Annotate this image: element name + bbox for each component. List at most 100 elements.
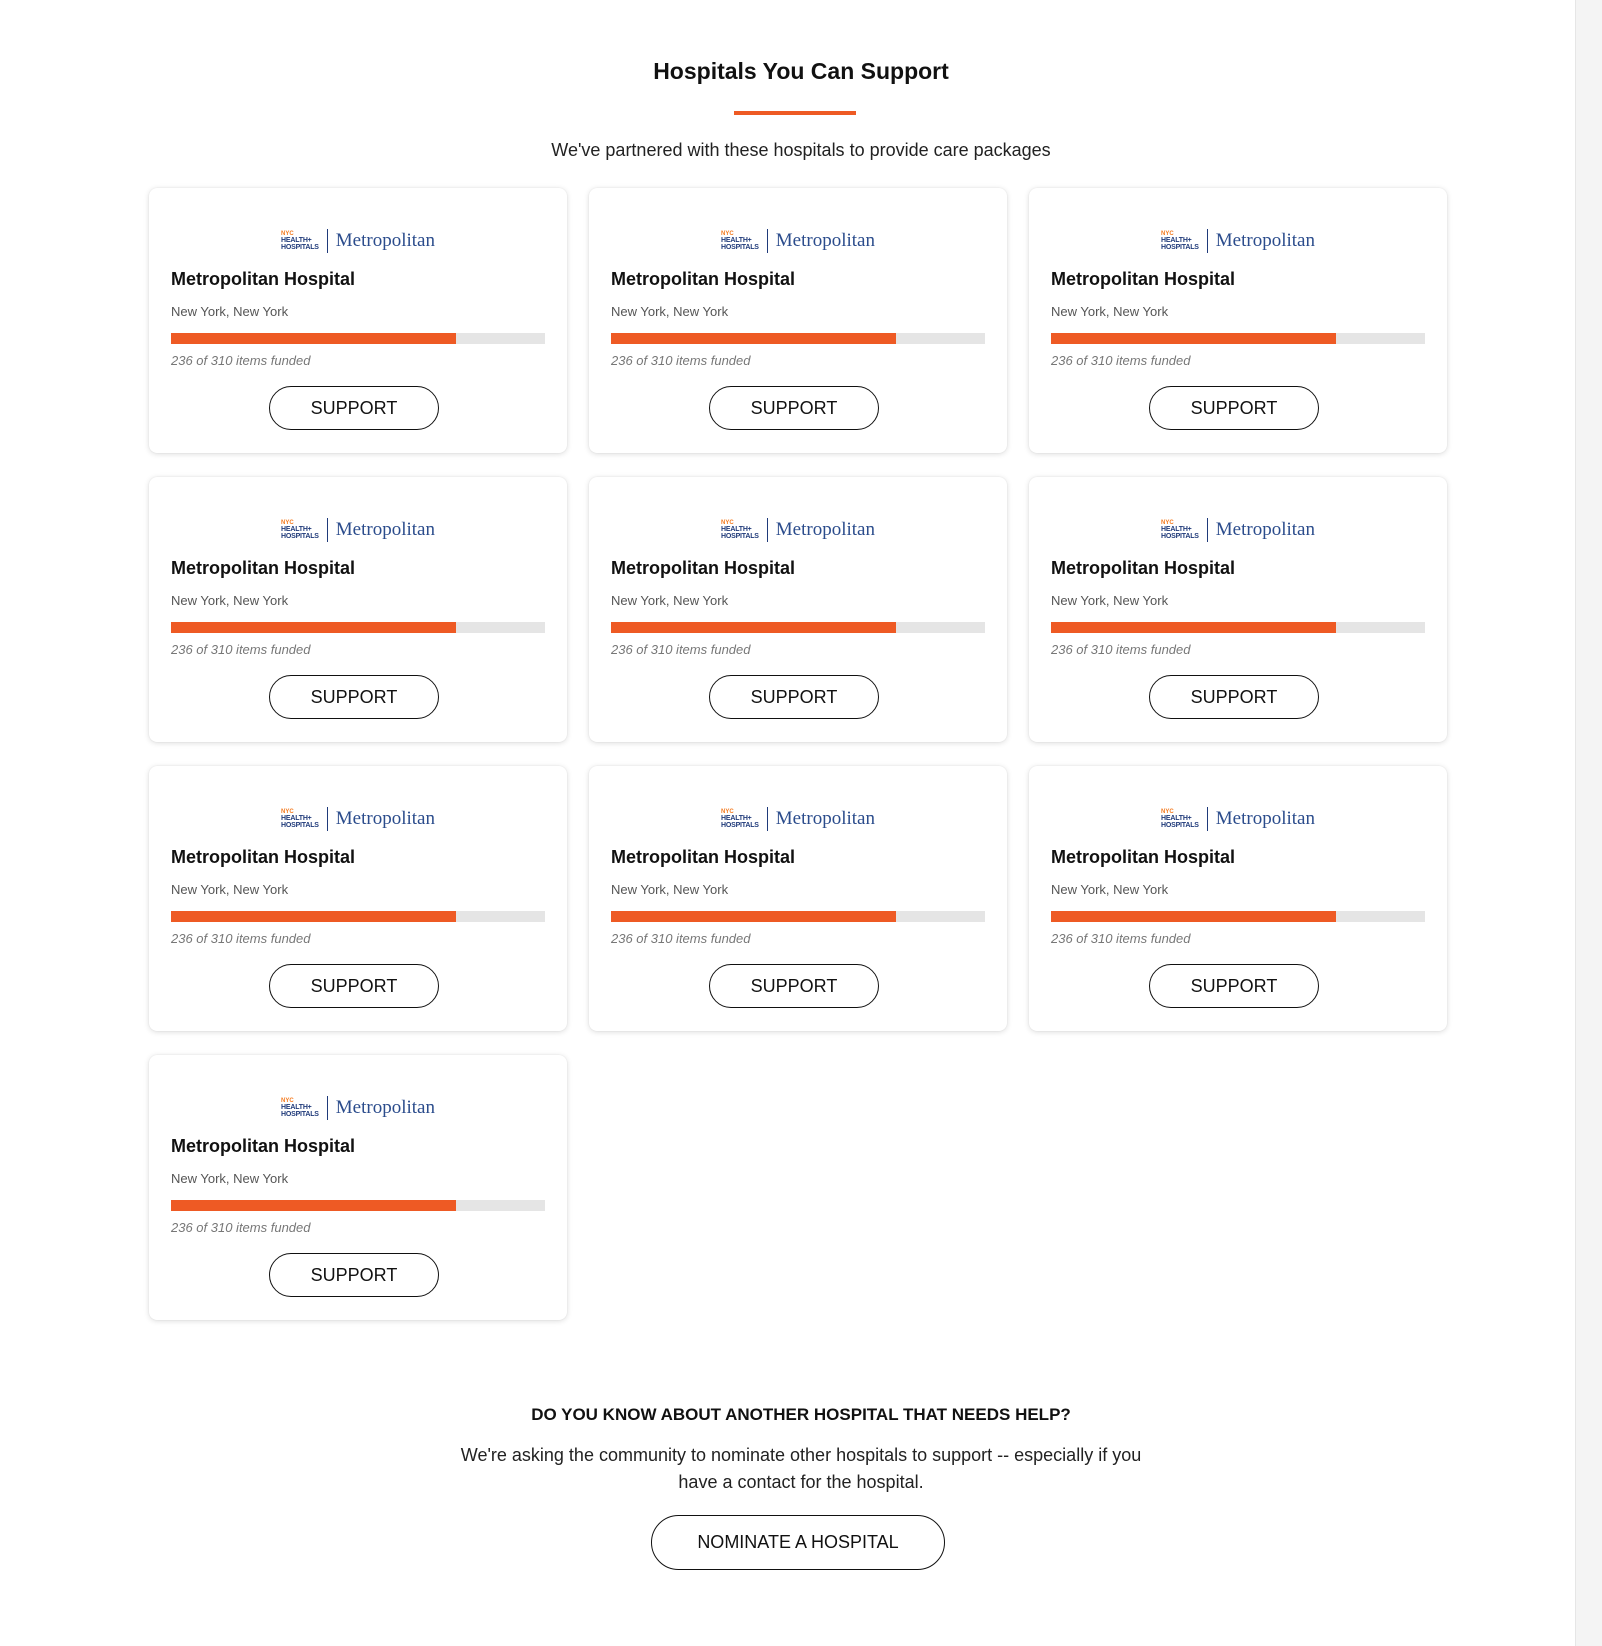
nyc-health-hospitals-logo-mark: NYC HEALTH+ HOSPITALS xyxy=(1161,809,1199,829)
logo-wordmark: Metropolitan xyxy=(335,808,435,829)
logo-divider xyxy=(1206,807,1208,831)
hospital-location: New York, New York xyxy=(611,593,729,608)
hospital-name: Metropolitan Hospital xyxy=(1051,847,1235,867)
logo-health-text: HEALTH+ xyxy=(281,1104,312,1111)
support-button[interactable]: SUPPORT xyxy=(1149,386,1319,430)
scrollbar[interactable] xyxy=(1575,0,1602,1646)
logo-divider xyxy=(766,807,768,831)
support-button[interactable]: SUPPORT xyxy=(1149,964,1319,1008)
hospital-location: New York, New York xyxy=(171,1171,289,1186)
hospital-name: Metropolitan Hospital xyxy=(611,558,795,578)
hospital-name: Metropolitan Hospital xyxy=(171,269,355,289)
hospital-logo: NYC HEALTH+ HOSPITALS Metropolitan xyxy=(149,1095,567,1121)
logo-health-text: HEALTH+ xyxy=(281,526,312,533)
support-button[interactable]: SUPPORT xyxy=(269,386,439,430)
hospital-card: NYC HEALTH+ HOSPITALS Metropolitan Metro… xyxy=(1029,766,1447,1031)
funding-status-text: 236 of 310 items funded xyxy=(171,642,311,657)
support-button[interactable]: SUPPORT xyxy=(1149,675,1319,719)
logo-wordmark: Metropolitan xyxy=(1215,519,1315,540)
funding-progress-fill xyxy=(171,622,456,633)
hospital-grid: NYC HEALTH+ HOSPITALS Metropolitan Metro… xyxy=(149,188,1447,1320)
hospital-name: Metropolitan Hospital xyxy=(171,847,355,867)
hospital-name: Metropolitan Hospital xyxy=(171,1136,355,1156)
hospital-card: NYC HEALTH+ HOSPITALS Metropolitan Metro… xyxy=(149,188,567,453)
funding-status-text: 236 of 310 items funded xyxy=(611,642,751,657)
logo-health-text: HEALTH+ xyxy=(1161,815,1192,822)
hospital-card: NYC HEALTH+ HOSPITALS Metropolitan Metro… xyxy=(1029,477,1447,742)
logo-health-text: HEALTH+ xyxy=(281,237,312,244)
hospital-logo: NYC HEALTH+ HOSPITALS Metropolitan xyxy=(149,806,567,832)
hospital-logo: NYC HEALTH+ HOSPITALS Metropolitan xyxy=(589,228,1007,254)
nominate-hospital-button[interactable]: NOMINATE A HOSPITAL xyxy=(651,1515,945,1570)
hospital-location: New York, New York xyxy=(1051,882,1169,897)
funding-progress-bar xyxy=(1051,911,1425,922)
support-button[interactable]: SUPPORT xyxy=(269,964,439,1008)
logo-hospitals-text: HOSPITALS xyxy=(281,244,319,251)
hospital-location: New York, New York xyxy=(1051,304,1169,319)
nyc-health-hospitals-logo-mark: NYC HEALTH+ HOSPITALS xyxy=(1161,520,1199,540)
hospital-name: Metropolitan Hospital xyxy=(1051,269,1235,289)
hospital-logo: NYC HEALTH+ HOSPITALS Metropolitan xyxy=(1029,517,1447,543)
support-button[interactable]: SUPPORT xyxy=(709,386,879,430)
funding-progress-bar xyxy=(611,911,985,922)
logo-wordmark: Metropolitan xyxy=(775,519,875,540)
logo-hospitals-text: HOSPITALS xyxy=(281,822,319,829)
support-button[interactable]: SUPPORT xyxy=(709,964,879,1008)
hospital-location: New York, New York xyxy=(611,882,729,897)
logo-hospitals-text: HOSPITALS xyxy=(721,822,759,829)
logo-health-text: HEALTH+ xyxy=(1161,237,1192,244)
logo-health-text: HEALTH+ xyxy=(721,237,752,244)
funding-progress-bar xyxy=(171,333,545,344)
logo-hospitals-text: HOSPITALS xyxy=(721,244,759,251)
funding-status-text: 236 of 310 items funded xyxy=(1051,642,1191,657)
logo-wordmark: Metropolitan xyxy=(1215,230,1315,251)
funding-progress-fill xyxy=(171,1200,456,1211)
hospital-name: Metropolitan Hospital xyxy=(1051,558,1235,578)
nyc-health-hospitals-logo-mark: NYC HEALTH+ HOSPITALS xyxy=(281,809,319,829)
funding-progress-fill xyxy=(171,333,456,344)
hospital-card: NYC HEALTH+ HOSPITALS Metropolitan Metro… xyxy=(589,766,1007,1031)
funding-progress-bar xyxy=(1051,622,1425,633)
logo-wordmark: Metropolitan xyxy=(335,1097,435,1118)
funding-status-text: 236 of 310 items funded xyxy=(611,353,751,368)
support-button[interactable]: SUPPORT xyxy=(269,1253,439,1297)
funding-progress-fill xyxy=(171,911,456,922)
logo-hospitals-text: HOSPITALS xyxy=(281,533,319,540)
title-underline xyxy=(734,111,856,115)
hospital-card: NYC HEALTH+ HOSPITALS Metropolitan Metro… xyxy=(149,477,567,742)
funding-progress-bar xyxy=(611,622,985,633)
hospital-logo: NYC HEALTH+ HOSPITALS Metropolitan xyxy=(589,517,1007,543)
funding-status-text: 236 of 310 items funded xyxy=(1051,353,1191,368)
page-subtitle: We've partnered with these hospitals to … xyxy=(551,140,1051,160)
hospital-card: NYC HEALTH+ HOSPITALS Metropolitan Metro… xyxy=(149,766,567,1031)
funding-status-text: 236 of 310 items funded xyxy=(611,931,751,946)
hospital-card: NYC HEALTH+ HOSPITALS Metropolitan Metro… xyxy=(589,477,1007,742)
logo-hospitals-text: HOSPITALS xyxy=(1161,244,1199,251)
nyc-health-hospitals-logo-mark: NYC HEALTH+ HOSPITALS xyxy=(721,520,759,540)
hospital-logo: NYC HEALTH+ HOSPITALS Metropolitan xyxy=(1029,228,1447,254)
hospital-name: Metropolitan Hospital xyxy=(611,847,795,867)
hospital-location: New York, New York xyxy=(1051,593,1169,608)
support-button[interactable]: SUPPORT xyxy=(269,675,439,719)
hospital-location: New York, New York xyxy=(611,304,729,319)
logo-divider xyxy=(766,229,768,253)
logo-health-text: HEALTH+ xyxy=(281,815,312,822)
hospital-name: Metropolitan Hospital xyxy=(611,269,795,289)
funding-status-text: 236 of 310 items funded xyxy=(171,353,311,368)
funding-progress-bar xyxy=(171,911,545,922)
logo-hospitals-text: HOSPITALS xyxy=(721,533,759,540)
logo-hospitals-text: HOSPITALS xyxy=(1161,533,1199,540)
funding-progress-bar xyxy=(171,622,545,633)
nominate-heading: DO YOU KNOW ABOUT ANOTHER HOSPITAL THAT … xyxy=(531,1405,1071,1424)
nyc-health-hospitals-logo-mark: NYC HEALTH+ HOSPITALS xyxy=(1161,231,1199,251)
logo-hospitals-text: HOSPITALS xyxy=(281,1111,319,1118)
support-button[interactable]: SUPPORT xyxy=(709,675,879,719)
logo-wordmark: Metropolitan xyxy=(335,230,435,251)
hospital-location: New York, New York xyxy=(171,593,289,608)
page-title: Hospitals You Can Support xyxy=(653,58,949,84)
hospital-location: New York, New York xyxy=(171,304,289,319)
hospital-name: Metropolitan Hospital xyxy=(171,558,355,578)
logo-wordmark: Metropolitan xyxy=(775,808,875,829)
nyc-health-hospitals-logo-mark: NYC HEALTH+ HOSPITALS xyxy=(281,520,319,540)
logo-wordmark: Metropolitan xyxy=(335,519,435,540)
